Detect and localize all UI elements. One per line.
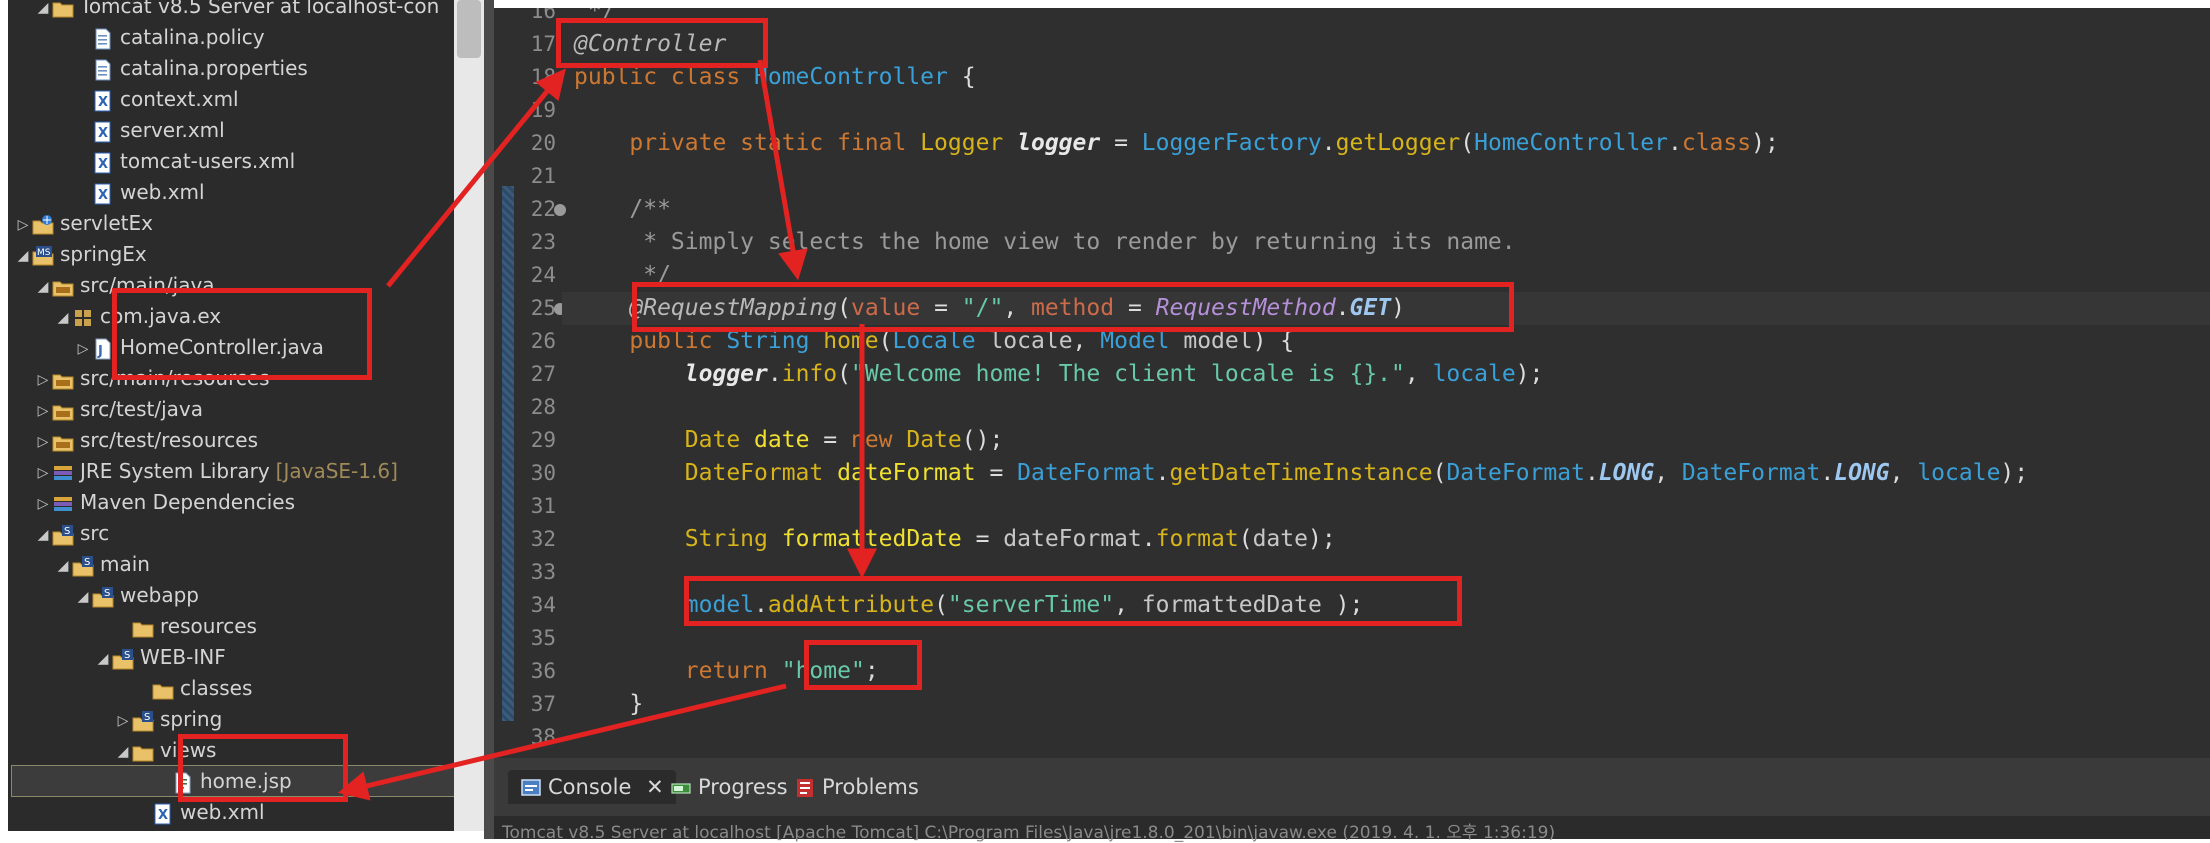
annotation-arrows — [337, 59, 877, 801]
eclipse-window: ◢ Tomcat v8.5 Server at localhost-con cata… — [0, 0, 2210, 843]
arrow-controller-to-mapping — [757, 59, 808, 281]
arrow-return-to-view — [337, 683, 787, 801]
arrow-package-to-controller — [386, 68, 566, 288]
